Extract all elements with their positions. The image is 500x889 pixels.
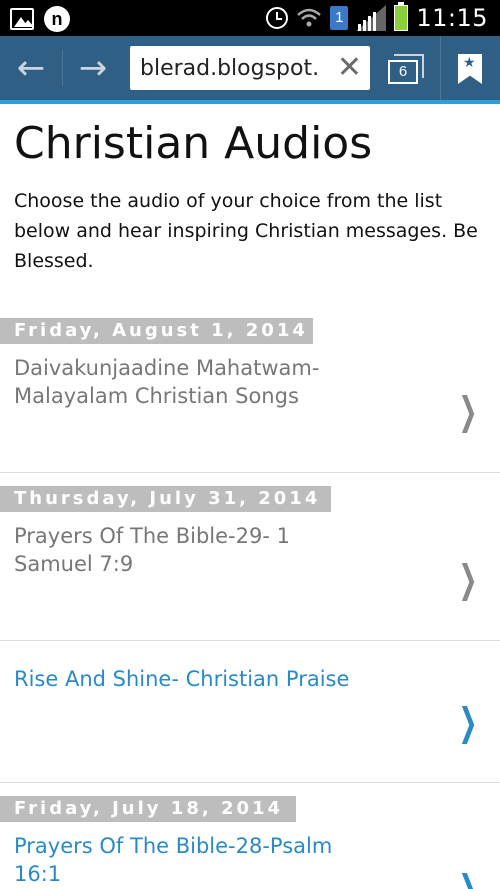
status-bar: n 1 11:15 bbox=[0, 0, 500, 36]
post-item[interactable]: Friday, July 18, 2014 Prayers Of The Bib… bbox=[0, 796, 500, 889]
post-title-link[interactable]: Prayers Of The Bible-29- 1 Samuel 7:9 bbox=[14, 522, 354, 578]
date-header: Friday, August 1, 2014 bbox=[0, 318, 313, 344]
back-button[interactable]: ← bbox=[0, 36, 62, 100]
forward-button[interactable]: → bbox=[62, 36, 124, 100]
browser-toolbar: ← → blerad.blogspot. ✕ 6 ★ bbox=[0, 36, 500, 100]
chevron-right-icon[interactable]: ❯ bbox=[459, 560, 478, 598]
chevron-right-icon[interactable]: ❯ bbox=[459, 870, 478, 889]
star-icon: ★ bbox=[463, 54, 476, 70]
post-item[interactable]: Thursday, July 31, 2014 Prayers Of The B… bbox=[0, 486, 500, 641]
date-header: Friday, July 18, 2014 bbox=[0, 796, 296, 822]
status-bar-right: 1 11:15 bbox=[266, 2, 488, 33]
sim-badge-icon: 1 bbox=[330, 6, 349, 30]
signal-icon bbox=[356, 5, 387, 31]
n-app-icon: n bbox=[44, 6, 70, 32]
tab-count: 6 bbox=[388, 60, 418, 84]
date-header: Thursday, July 31, 2014 bbox=[0, 486, 331, 512]
back-arrow-icon: ← bbox=[16, 48, 46, 88]
post-title-link[interactable]: Prayers Of The Bible-28-Psalm 16:1 bbox=[14, 832, 354, 888]
status-bar-left: n bbox=[10, 6, 70, 32]
tabs-button[interactable]: 6 bbox=[384, 48, 426, 88]
url-text[interactable]: blerad.blogspot. bbox=[140, 56, 325, 81]
post-item[interactable]: Rise And Shine- Christian Praise ❯ bbox=[0, 641, 500, 783]
wifi-icon bbox=[297, 8, 322, 27]
gallery-icon bbox=[10, 8, 34, 30]
post-title-link[interactable]: Daivakunjaadine Mahatwam- Malayalam Chri… bbox=[14, 354, 354, 410]
battery-icon bbox=[394, 2, 409, 31]
alarm-icon bbox=[266, 7, 289, 29]
chevron-right-icon[interactable]: ❯ bbox=[459, 703, 478, 741]
page-title: Christian Audios bbox=[14, 118, 373, 169]
clock-time: 11:15 bbox=[416, 4, 488, 32]
chevron-right-icon[interactable]: ❯ bbox=[459, 392, 478, 430]
clear-url-icon[interactable]: ✕ bbox=[337, 50, 362, 86]
url-field[interactable]: blerad.blogspot. ✕ bbox=[130, 46, 370, 90]
page-description: Choose the audio of your choice from the… bbox=[14, 190, 478, 272]
forward-arrow-icon: → bbox=[78, 48, 108, 88]
bookmark-button[interactable]: ★ bbox=[440, 36, 500, 100]
post-title-link[interactable]: Rise And Shine- Christian Praise bbox=[14, 665, 354, 693]
post-item[interactable]: Friday, August 1, 2014 Daivakunjaadine M… bbox=[0, 318, 500, 473]
page-content: Christian Audios Choose the audio of you… bbox=[0, 104, 500, 889]
